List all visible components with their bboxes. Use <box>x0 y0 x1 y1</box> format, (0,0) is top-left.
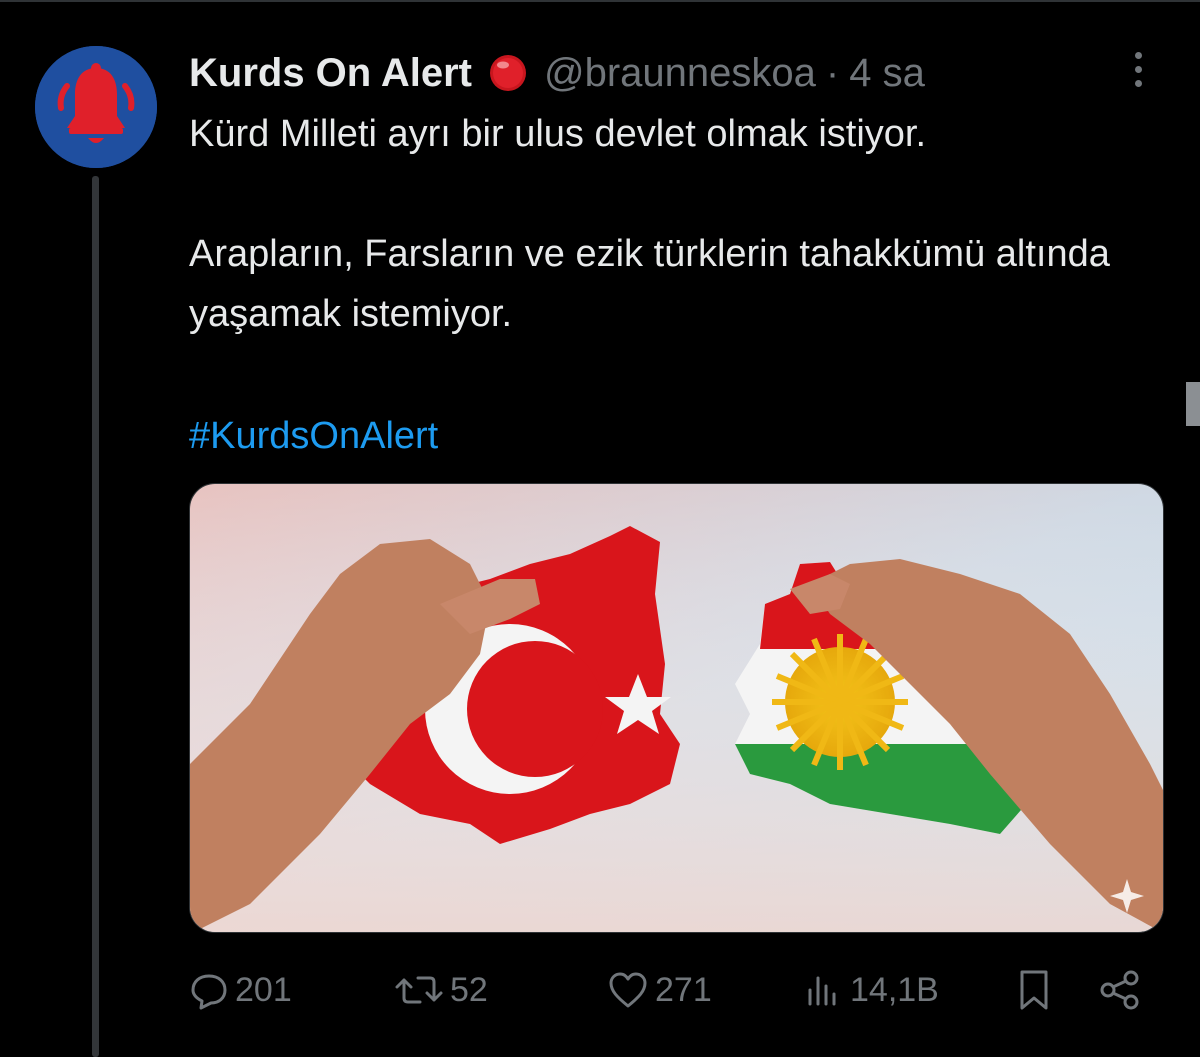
display-name[interactable]: Kurds On Alert <box>189 51 472 96</box>
views-chart-icon <box>808 976 836 1006</box>
views-button[interactable]: 14,1B <box>804 960 939 1020</box>
heart-icon <box>609 972 647 1008</box>
action-bar: 201 52 271 14,1B <box>189 960 1149 1020</box>
tweet-header: Kurds On Alert @braunneskoa · 4 sa <box>189 44 925 102</box>
retweet-count: 52 <box>450 970 488 1009</box>
bookmark-icon <box>1020 970 1048 1010</box>
reply-button[interactable]: 201 <box>189 960 292 1020</box>
timestamp[interactable]: 4 sa <box>849 51 925 96</box>
like-button[interactable]: 271 <box>607 960 712 1020</box>
top-divider <box>0 0 1200 2</box>
more-options-icon[interactable] <box>1126 52 1150 96</box>
tweet-paragraph-2: Arapların, Farsların ve ezik türklerin t… <box>189 233 1110 335</box>
retweet-icon <box>395 976 443 1004</box>
retweet-button[interactable]: 52 <box>394 960 488 1020</box>
hashtag-link[interactable]: #KurdsOnAlert <box>189 406 438 466</box>
bell-icon <box>35 46 157 168</box>
thread-line <box>92 176 99 1057</box>
views-count: 14,1B <box>850 970 939 1009</box>
reply-icon <box>191 974 227 1010</box>
avatar[interactable] <box>35 46 157 168</box>
share-button[interactable] <box>1099 960 1147 1020</box>
separator-dot: · <box>825 50 840 95</box>
tweet-media-image[interactable] <box>189 483 1164 933</box>
tweet-text: Kürd Milleti ayrı bir ulus devlet olmak … <box>189 104 1179 344</box>
reply-count: 201 <box>235 970 292 1009</box>
like-count: 271 <box>655 970 712 1009</box>
tweet-paragraph-1: Kürd Milleti ayrı bir ulus devlet olmak … <box>189 113 927 155</box>
share-icon <box>1100 970 1139 1010</box>
bookmark-button[interactable] <box>1014 960 1060 1020</box>
paragraph-spacer <box>189 164 1179 224</box>
scrollbar-thumb[interactable] <box>1186 382 1200 426</box>
handle[interactable]: @braunneskoa <box>544 51 816 96</box>
red-circle-badge-icon <box>486 51 530 95</box>
